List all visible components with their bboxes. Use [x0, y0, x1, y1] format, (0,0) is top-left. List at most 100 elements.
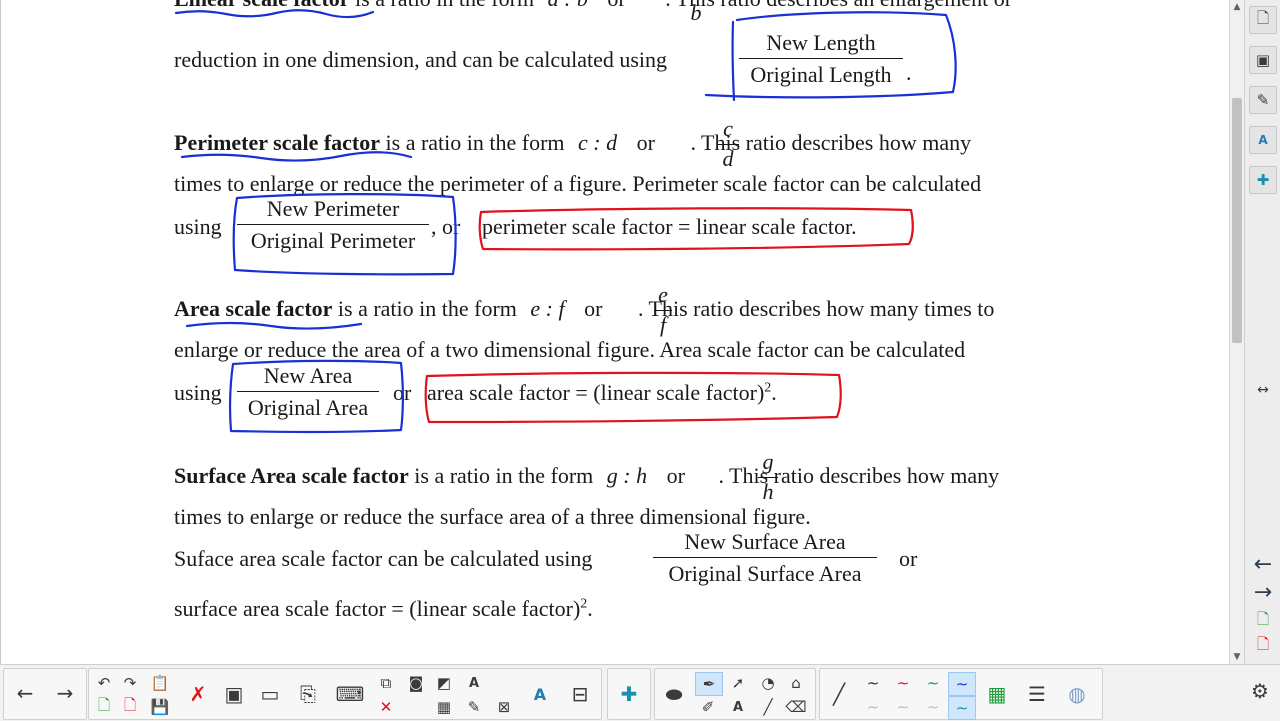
area-formula: area scale factor = (linear scale factor… [427, 380, 777, 406]
screen-capture-icon[interactable]: ▣ [217, 672, 251, 716]
eraser-icon[interactable]: ⬬ [657, 672, 691, 716]
properties-icon[interactable]: A [523, 672, 557, 716]
bottom-toolbar: ← → ↶ ↷ 📋 🗋 🗋 💾 ✗ ▣ ▭ ⎘ ⌨ ⧉ ◙ ◩ ✕ ▦ A ✎ … [0, 664, 1280, 721]
screen-shade-icon[interactable]: ▭ [253, 672, 287, 716]
camera-icon[interactable]: ◙ [403, 672, 429, 694]
surface-calc-den: Original Surface Area [668, 561, 862, 586]
linear-frac-den: b [690, 0, 702, 25]
linear-calc-fraction: New Length Original Length [739, 30, 903, 88]
surface-calc-fraction: New Surface Area Original Surface Area [653, 529, 877, 587]
area-calc-fraction: New Area Original Area [237, 363, 379, 421]
area-calc-num: New Area [263, 363, 353, 388]
linear-or: or [607, 0, 625, 11]
paste-icon[interactable]: 📋 [147, 672, 173, 694]
select-icon[interactable]: ➚ [725, 672, 751, 694]
fill-icon[interactable]: ⌂ [783, 672, 809, 694]
pen-icon[interactable]: ✒ [695, 672, 723, 696]
linear-end: . [906, 60, 912, 85]
linear-calc-den: Original Length [750, 62, 892, 87]
transparency-icon[interactable]: ◍ [1060, 672, 1094, 716]
surface-line1-text: is a ratio in the form [408, 463, 599, 488]
attachments-icon[interactable]: ✎ [1249, 86, 1277, 114]
save-icon[interactable]: 💾 [147, 696, 173, 718]
area-frac-num: e [658, 282, 668, 307]
addons-icon[interactable]: ✚ [612, 672, 646, 716]
surface-line1: Surface Area scale factor is a ratio in … [174, 463, 999, 489]
perimeter-ratio: c : d [578, 130, 618, 155]
add-page-icon[interactable]: 🗋 [1249, 607, 1277, 635]
undo-icon[interactable]: ↶ [91, 672, 117, 694]
line-icon[interactable]: ╱ [755, 696, 781, 718]
addons-icon[interactable]: ✚ [1249, 166, 1277, 194]
scroll-down-icon[interactable]: ▼ [1230, 650, 1244, 664]
resize-sidebar-icon[interactable]: ↔ [1249, 376, 1277, 404]
highlighter-light-icon[interactable]: ∼ [890, 696, 916, 718]
erase-icon[interactable]: ⌫ [783, 696, 809, 718]
table-icon[interactable]: ▦ [431, 696, 457, 718]
text-icon[interactable]: A [725, 696, 751, 718]
line-style-icon[interactable]: ☰ [1020, 672, 1054, 716]
linear-ratio-fraction: a b [687, 0, 705, 26]
delete-page-icon[interactable]: 🗋 [117, 696, 143, 718]
surface-frac-den: h [762, 479, 774, 504]
surface-line4-text: surface area scale factor = (linear scal… [174, 596, 581, 621]
display-icon[interactable]: ⊟ [563, 672, 597, 716]
pen-blue-icon[interactable]: ∼ [948, 672, 976, 696]
surface-line3: Suface area scale factor can be calculat… [174, 546, 593, 571]
previous-page-icon[interactable]: ← [1249, 550, 1277, 578]
keyboard-icon[interactable]: ⌨ [333, 672, 367, 716]
surface-line2: times to enlarge or reduce the surface a… [174, 504, 811, 529]
highlighter-green-icon[interactable]: ∼ [920, 696, 946, 718]
linear-line2: reduction in one dimension, and can be c… [174, 47, 668, 72]
area-ratio-fraction: e f [654, 282, 672, 338]
properties-icon[interactable]: A [1249, 126, 1277, 154]
area-or: or [584, 296, 603, 321]
delete-icon[interactable]: ✕ [373, 696, 399, 718]
linear-line1-tail: . This ratio describes an enlargement or [665, 0, 1012, 11]
perimeter-comma-or: , or [431, 214, 461, 239]
perimeter-using: using [174, 214, 222, 239]
linear-ratio: a : b [548, 0, 588, 11]
surface-or2: or [899, 546, 918, 571]
linear-calc-num: New Length [766, 30, 876, 55]
perimeter-frac-num: c [723, 116, 733, 141]
new-page-icon[interactable]: 🗋 [91, 696, 117, 718]
copy-icon[interactable]: ⧉ [373, 672, 399, 694]
whiteboard-canvas[interactable]: Linear scale factor is a ratio in the fo… [0, 0, 1230, 664]
redo-icon[interactable]: ↷ [117, 672, 143, 694]
surface-term: Surface Area scale factor [174, 463, 409, 488]
drawing-icon[interactable]: ◩ [431, 672, 457, 694]
surface-ratio-fraction: g h [758, 449, 778, 505]
settings-icon[interactable]: ⚙ [1243, 669, 1277, 713]
scroll-up-icon[interactable]: ▲ [1230, 0, 1244, 14]
perimeter-calc-num: New Perimeter [266, 196, 400, 221]
fit-icon[interactable]: ⊠ [491, 696, 517, 718]
shapes-icon[interactable]: ◔ [755, 672, 781, 694]
page-nav-group: ← → [3, 668, 87, 720]
highlighter-blue-icon[interactable]: ∼ [948, 696, 976, 720]
delete-page-icon[interactable]: 🗋 [1249, 632, 1277, 660]
page-sorter-icon[interactable]: 🗋 [1249, 6, 1277, 34]
perimeter-line2: times to enlarge or reduce the perimeter… [174, 171, 982, 196]
pen-style-icon[interactable]: ╱ [822, 672, 856, 716]
next-page-icon[interactable]: → [48, 671, 82, 715]
gallery-icon[interactable]: ▣ [1249, 46, 1277, 74]
area-line1-text: is a ratio in the form [332, 296, 523, 321]
creative-pen-icon[interactable]: ✐ [695, 696, 721, 718]
scrollbar-thumb[interactable] [1232, 98, 1242, 343]
pen-green-icon[interactable]: ∼ [920, 672, 946, 694]
next-page-icon[interactable]: → [1249, 578, 1277, 606]
color-grid-icon[interactable]: ▦ [980, 672, 1014, 716]
pen-red-icon[interactable]: ∼ [890, 672, 916, 694]
measure-icon[interactable]: ✎ [461, 696, 487, 718]
surface-or: or [666, 463, 685, 488]
document-camera-icon[interactable]: ⎘ [291, 672, 325, 716]
highlighter-gray-icon[interactable]: ∼ [860, 696, 886, 718]
previous-page-icon[interactable]: ← [8, 671, 42, 715]
vertical-scrollbar[interactable]: ▲ ▼ [1229, 0, 1244, 664]
clear-icon[interactable]: ✗ [181, 672, 215, 716]
area-calc-den: Original Area [247, 395, 369, 420]
area-line1-tail: . This ratio describes how many times to [637, 296, 995, 321]
text-recognition-icon[interactable]: A [461, 672, 487, 694]
pen-black-icon[interactable]: ∼ [860, 672, 886, 694]
